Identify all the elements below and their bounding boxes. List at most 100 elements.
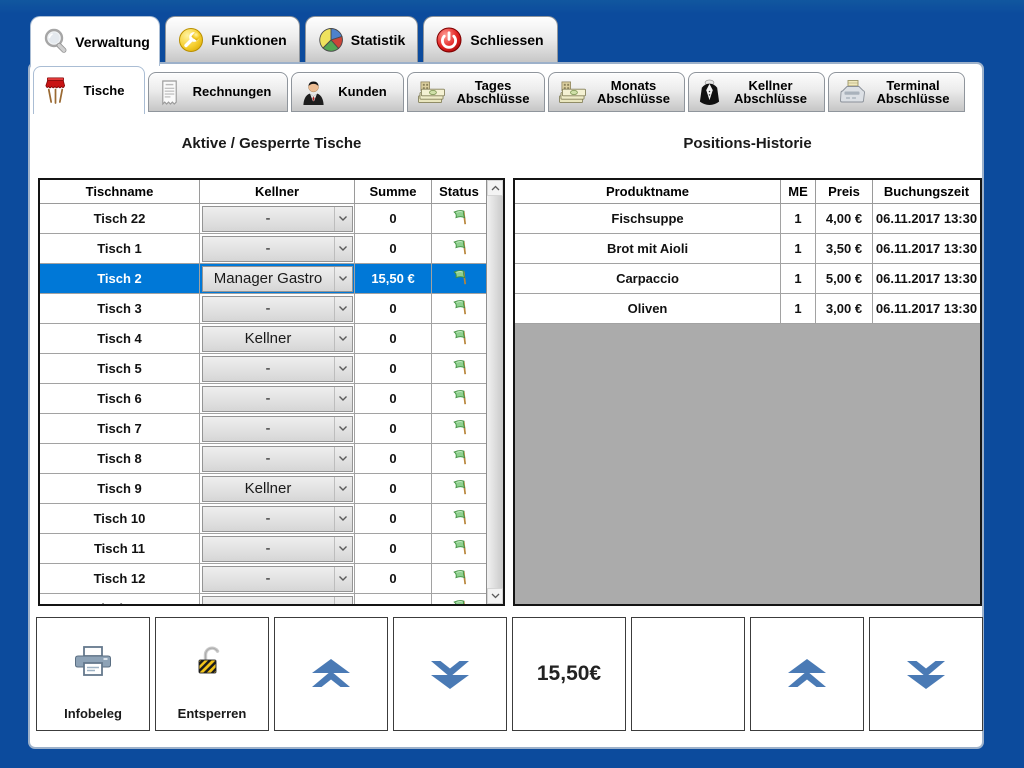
summe-cell: 0: [355, 564, 432, 594]
kellner-dropdown[interactable]: Kellner: [202, 326, 353, 352]
table-row[interactable]: Tisch 3-0: [40, 294, 486, 324]
history-scroll-down-button[interactable]: [869, 617, 983, 731]
chevrons-down-icon: [394, 618, 506, 730]
summe-cell: 0: [355, 294, 432, 324]
desktop-background: VerwaltungFunktionenStatistikSchliessen …: [0, 0, 1024, 768]
table-row[interactable]: Tisch 1-0: [40, 234, 486, 264]
history-scroll-up-button[interactable]: [750, 617, 864, 731]
top-tab-schliessen[interactable]: Schliessen: [423, 16, 558, 62]
chevron-down-icon: [334, 567, 352, 591]
table-row[interactable]: Tisch 12-0: [40, 564, 486, 594]
status-cell: [432, 324, 486, 354]
table-row[interactable]: Tisch 2Manager Gastro15,50 €: [40, 264, 486, 294]
sub-tab-kunden[interactable]: Kunden: [291, 72, 404, 112]
preis-cell: 5,00 €: [816, 264, 873, 294]
kellner-cell: -: [200, 414, 355, 444]
kellner-selected-value: Kellner: [203, 480, 334, 497]
kellner-selected-value: -: [203, 570, 334, 587]
summe-cell: 0: [355, 324, 432, 354]
kellner-cell: Manager Gastro: [200, 264, 355, 294]
chevron-down-icon: [334, 387, 352, 411]
tables-table-header: TischnameKellnerSummeStatus: [40, 180, 486, 204]
history-row[interactable]: Brot mit Aioli13,50 €06.11.2017 13:30: [515, 234, 980, 264]
kellner-dropdown[interactable]: -: [202, 506, 353, 532]
sub-tab-label-line: Abschlüsse: [587, 92, 680, 106]
kellner-cell: -: [200, 384, 355, 414]
sub-tab-label-line: Monats: [587, 79, 680, 93]
flag-green-icon: [451, 359, 468, 379]
chevron-down-icon: [334, 507, 352, 531]
summe-cell: 0: [355, 474, 432, 504]
summe-cell: 15,50 €: [355, 264, 432, 294]
kellner-dropdown[interactable]: -: [202, 536, 353, 562]
table-row[interactable]: Tisch 5-0: [40, 354, 486, 384]
receipt-icon: [158, 79, 181, 106]
history-row[interactable]: Fischsuppe14,00 €06.11.2017 13:30: [515, 204, 980, 234]
infobeleg-button[interactable]: Infobeleg: [36, 617, 150, 731]
table-row[interactable]: Tisch 13-0: [40, 594, 486, 604]
kellner-dropdown[interactable]: -: [202, 446, 353, 472]
tables-scroll-up-button[interactable]: [274, 617, 388, 731]
tables-table-body: TischnameKellnerSummeStatus Tisch 22-0Ti…: [40, 180, 486, 604]
kellner-dropdown[interactable]: -: [202, 206, 353, 232]
sub-tab-terminal-abschl-sse[interactable]: TerminalAbschlüsse: [828, 72, 965, 112]
chevron-down-icon: [334, 327, 352, 351]
scrollbar-up-arrow-icon[interactable]: [487, 180, 503, 196]
chevron-down-icon: [334, 297, 352, 321]
tables-scroll-down-button[interactable]: [393, 617, 507, 731]
flag-green-icon: [451, 299, 468, 319]
table-row[interactable]: Tisch 11-0: [40, 534, 486, 564]
kellner-dropdown[interactable]: -: [202, 386, 353, 412]
kellner-selected-value: -: [203, 390, 334, 407]
preis-cell: 3,50 €: [816, 234, 873, 264]
sub-tab-kellner-abschl-sse[interactable]: KellnerAbschlüsse: [688, 72, 825, 112]
chevron-down-icon: [334, 597, 352, 605]
tables-scrollbar[interactable]: [486, 180, 503, 604]
table-row[interactable]: Tisch 6-0: [40, 384, 486, 414]
kellner-dropdown[interactable]: -: [202, 236, 353, 262]
table-row[interactable]: Tisch 10-0: [40, 504, 486, 534]
top-tab-funktionen[interactable]: Funktionen: [165, 16, 300, 62]
flag-green-icon: [451, 569, 468, 589]
kellner-dropdown[interactable]: -: [202, 356, 353, 382]
wrench-icon: [177, 26, 205, 54]
sub-tab-label-line: Tische: [68, 84, 140, 98]
kellner-dropdown[interactable]: -: [202, 416, 353, 442]
scrollbar-thumb[interactable]: [487, 196, 503, 588]
sub-tab-rechnungen[interactable]: Rechnungen: [148, 72, 288, 112]
kellner-dropdown[interactable]: -: [202, 596, 353, 605]
sub-tab-label-line: Rechnungen: [181, 85, 283, 99]
empty-button[interactable]: [631, 617, 745, 731]
table-row[interactable]: Tisch 22-0: [40, 204, 486, 234]
kellner-cell: Kellner: [200, 324, 355, 354]
scrollbar-down-arrow-icon[interactable]: [487, 588, 503, 604]
kellner-selected-value: Manager Gastro: [203, 270, 334, 287]
sum-display-button[interactable]: 15,50€: [512, 617, 626, 731]
kellner-dropdown[interactable]: -: [202, 566, 353, 592]
table-row[interactable]: Tisch 9Kellner0: [40, 474, 486, 504]
summe-cell: 0: [355, 384, 432, 414]
kellner-dropdown[interactable]: Kellner: [202, 476, 353, 502]
me-cell: 1: [781, 294, 816, 324]
history-row[interactable]: Oliven13,00 €06.11.2017 13:30: [515, 294, 980, 324]
kellner-dropdown[interactable]: Manager Gastro: [202, 266, 353, 292]
chevron-down-icon: [334, 267, 352, 291]
sub-tab-label-line: Terminal: [866, 79, 960, 93]
sub-tab-tische[interactable]: Tische: [33, 66, 145, 114]
chevrons-up-icon: [751, 618, 863, 730]
top-tab-label: Schliessen: [463, 32, 551, 48]
status-cell: [432, 414, 486, 444]
kellner-dropdown[interactable]: -: [202, 296, 353, 322]
table-row[interactable]: Tisch 7-0: [40, 414, 486, 444]
top-tab-verwaltung[interactable]: Verwaltung: [30, 16, 160, 66]
customer-icon: [301, 79, 326, 106]
history-row[interactable]: Carpaccio15,00 €06.11.2017 13:30: [515, 264, 980, 294]
table-row[interactable]: Tisch 8-0: [40, 444, 486, 474]
top-tab-statistik[interactable]: Statistik: [305, 16, 418, 62]
kellner-selected-value: -: [203, 600, 334, 604]
entsperren-button[interactable]: Entsperren: [155, 617, 269, 731]
table-row[interactable]: Tisch 4Kellner0: [40, 324, 486, 354]
sub-tab-monats-abschl-sse[interactable]: MonatsAbschlüsse: [548, 72, 685, 112]
sub-tab-tages-abschl-sse[interactable]: TagesAbschlüsse: [407, 72, 545, 112]
summe-cell: 0: [355, 234, 432, 264]
